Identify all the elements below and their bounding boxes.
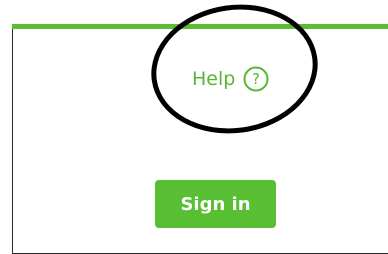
sign-in-button[interactable]: Sign in <box>155 180 276 228</box>
svg-text:?: ? <box>252 70 260 88</box>
help-link[interactable]: Help ? <box>192 64 269 94</box>
help-label: Help <box>192 68 236 90</box>
question-circle-icon: ? <box>243 66 269 92</box>
green-top-border <box>12 24 388 29</box>
